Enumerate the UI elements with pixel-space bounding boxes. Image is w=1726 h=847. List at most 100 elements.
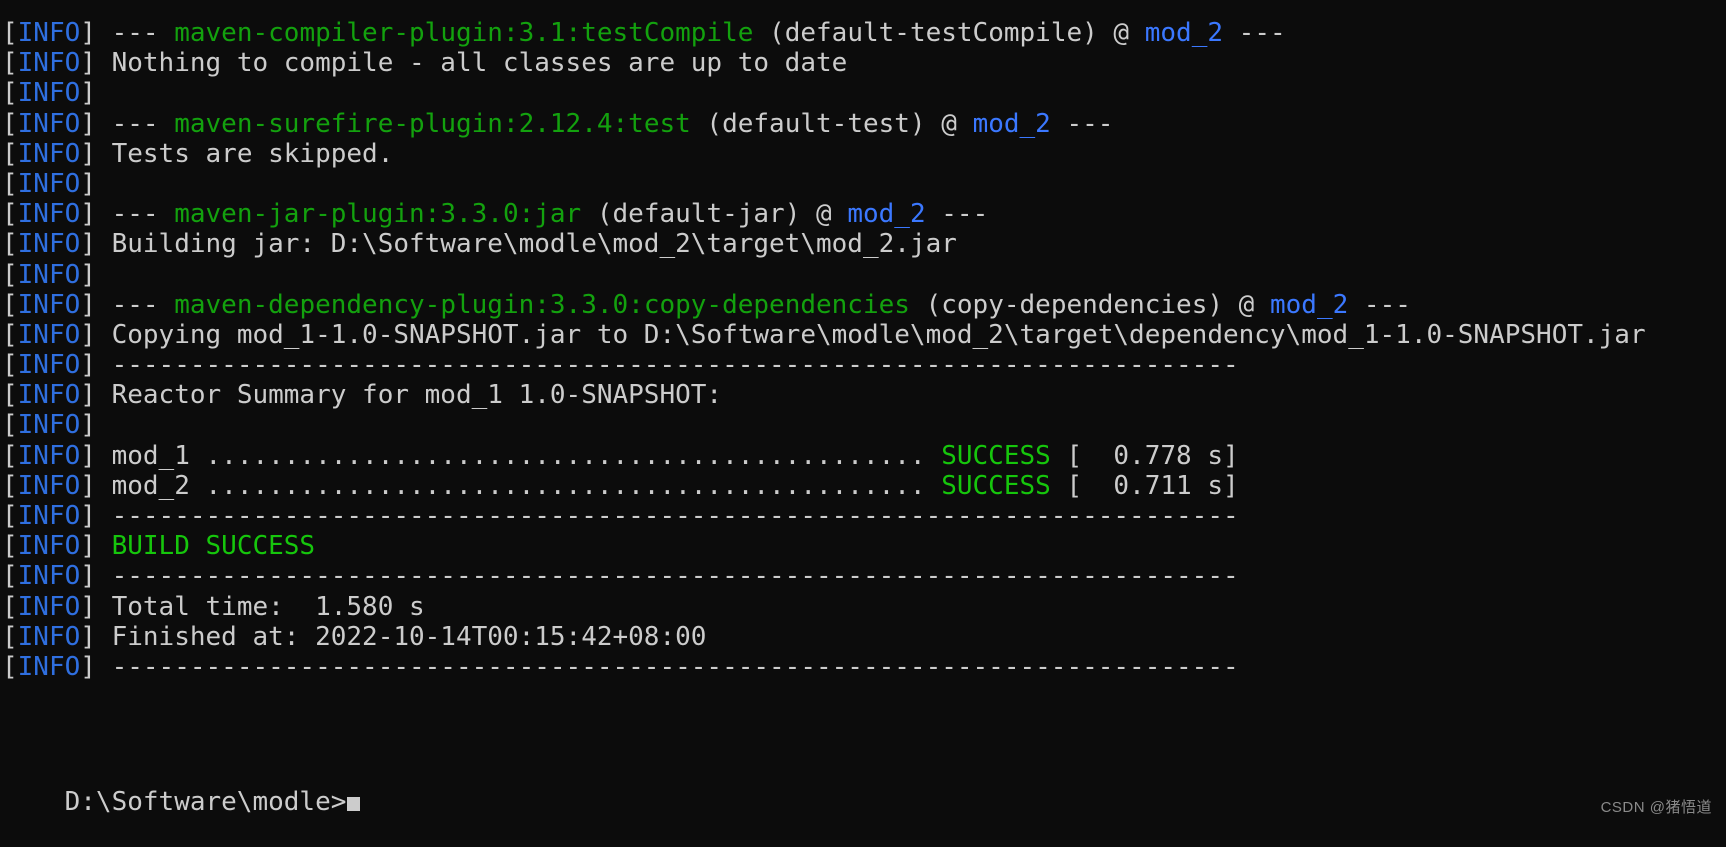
- log-segment: SUCCESS: [941, 470, 1051, 501]
- log-segment: @: [1223, 289, 1270, 320]
- log-bracket-close: ]: [80, 18, 96, 48]
- log-segment: Total time: 1.580 s: [95, 591, 425, 622]
- log-bracket-close: ]: [80, 78, 96, 109]
- log-segment: (default-jar): [581, 199, 801, 230]
- log-bracket-open: [: [2, 501, 18, 531]
- log-bracket-open: [: [2, 319, 18, 350]
- log-bracket-close: ]: [80, 561, 96, 592]
- log-bracket-open: [: [2, 531, 18, 562]
- log-bracket-open: [: [2, 78, 18, 109]
- log-level-info: INFO: [17, 350, 81, 381]
- terminal-line: [INFO] Tests are skipped.: [2, 139, 1726, 169]
- log-bracket-close: ]: [80, 229, 96, 260]
- log-segment: mod_2 ..................................…: [95, 470, 942, 501]
- log-level-info: INFO: [17, 259, 81, 290]
- log-level-info: INFO: [17, 229, 81, 260]
- terminal-line: [INFO] --- maven-compiler-plugin:3.1:tes…: [2, 18, 1726, 48]
- terminal-window[interactable]: [INFO][INFO] --- maven-compiler-plugin:3…: [0, 0, 1726, 823]
- log-bracket-close: ]: [80, 48, 96, 79]
- log-segment: ---: [1050, 108, 1114, 139]
- log-bracket-close: ]: [80, 138, 96, 169]
- log-bracket-open: [: [2, 350, 18, 381]
- terminal-line: [INFO] BUILD SUCCESS: [2, 531, 1726, 561]
- log-segment: Nothing to compile - all classes are up …: [95, 48, 848, 79]
- log-bracket-open: [: [2, 561, 18, 592]
- log-bracket-close: ]: [80, 108, 96, 139]
- log-segment: maven-surefire-plugin:2.12.4:test: [174, 108, 691, 139]
- terminal-line: [INFO]: [2, 260, 1726, 290]
- log-bracket-close: ]: [80, 440, 96, 471]
- text-cursor: [347, 797, 361, 811]
- log-segment: mod_2: [1144, 18, 1224, 48]
- log-level-info: INFO: [17, 78, 81, 109]
- log-segment: (default-test): [690, 108, 926, 139]
- log-bracket-close: ]: [80, 380, 96, 411]
- log-level-info: INFO: [17, 199, 81, 230]
- log-segment: ---: [95, 18, 175, 48]
- log-level-info: INFO: [17, 410, 81, 441]
- log-segment: @: [925, 108, 973, 139]
- log-bracket-open: [: [2, 108, 18, 139]
- terminal-line: [INFO] --- maven-dependency-plugin:3.3.0…: [2, 290, 1726, 320]
- log-segment: mod_2: [1269, 289, 1349, 320]
- log-segment: SUCCESS: [941, 440, 1051, 471]
- log-level-info: INFO: [17, 319, 81, 350]
- log-bracket-close: ]: [80, 168, 96, 199]
- log-segment: ---: [1348, 289, 1411, 320]
- log-bracket-open: [: [2, 410, 18, 441]
- terminal-line: [INFO] Nothing to compile - all classes …: [2, 48, 1726, 78]
- terminal-line: [INFO] Total time: 1.580 s: [2, 592, 1726, 622]
- log-bracket-close: ]: [80, 0, 96, 2]
- log-level-info: INFO: [17, 531, 81, 562]
- terminal-line: [INFO]: [2, 0, 1726, 18]
- log-level-info: INFO: [17, 48, 81, 79]
- log-bracket-close: ]: [80, 501, 96, 531]
- log-bracket-open: [: [2, 591, 18, 622]
- log-segment: ---: [95, 289, 175, 320]
- log-segment: mod_1 ..................................…: [95, 440, 942, 471]
- terminal-line: [INFO] Building jar: D:\Software\modle\m…: [2, 229, 1726, 259]
- command-prompt-line[interactable]: D:\Software\modle>: [2, 757, 361, 847]
- log-segment: mod_2: [847, 199, 926, 230]
- log-bracket-open: [: [2, 138, 18, 169]
- log-bracket-open: [: [2, 199, 18, 230]
- log-segment: Building jar: D:\Software\modle\mod_2\ta…: [95, 229, 957, 260]
- terminal-line: [INFO] mod_1 ...........................…: [2, 441, 1726, 471]
- terminal-line: [INFO] Copying mod_1-1.0-SNAPSHOT.jar to…: [2, 320, 1726, 350]
- log-level-info: INFO: [18, 0, 81, 2]
- log-bracket-close: ]: [80, 289, 96, 320]
- log-segment: Tests are skipped.: [95, 138, 394, 169]
- log-bracket-close: ]: [80, 621, 96, 652]
- log-level-info: INFO: [17, 18, 81, 48]
- terminal-line: [INFO] Finished at: 2022-10-14T00:15:42+…: [2, 622, 1726, 652]
- log-line-inner: [INFO]: [2, 0, 96, 13]
- log-bracket-open: [: [2, 440, 18, 471]
- log-level-info: INFO: [17, 440, 81, 471]
- log-level-info: INFO: [17, 561, 81, 592]
- log-level-info: INFO: [17, 501, 81, 531]
- log-segment: maven-compiler-plugin:3.1:testCompile: [174, 18, 754, 48]
- terminal-line: [INFO] ---------------------------------…: [2, 501, 1726, 531]
- log-segment: ---: [95, 108, 175, 139]
- log-bracket-open: [: [2, 470, 18, 501]
- log-segment: [ 0.778 s]: [1050, 440, 1239, 471]
- log-bracket-close: ]: [80, 531, 96, 562]
- log-bracket-close: ]: [80, 319, 96, 350]
- log-bracket-close: ]: [80, 259, 96, 290]
- log-segment: maven-jar-plugin:3.3.0:jar: [174, 199, 582, 230]
- log-segment: ---: [925, 199, 989, 230]
- log-segment: ----------------------------------------…: [95, 651, 1239, 682]
- log-segment: (default-testCompile): [753, 18, 1098, 48]
- terminal-line: [INFO] mod_2 ...........................…: [2, 471, 1726, 501]
- terminal-line: [INFO] ---------------------------------…: [2, 652, 1726, 682]
- log-bracket-open: [: [2, 48, 18, 79]
- log-segment: Finished at: 2022-10-14T00:15:42+08:00: [95, 621, 707, 652]
- log-bracket-close: ]: [80, 410, 96, 441]
- terminal-line: [INFO] Reactor Summary for mod_1 1.0-SNA…: [2, 380, 1726, 410]
- terminal-log-output: [INFO][INFO] --- maven-compiler-plugin:3…: [2, 0, 1726, 682]
- log-segment: Copying mod_1-1.0-SNAPSHOT.jar to D:\Sof…: [95, 319, 1646, 350]
- log-bracket-open: [: [2, 651, 18, 682]
- log-segment: @: [800, 199, 848, 230]
- prompt-path: D:\Software\modle: [64, 787, 331, 817]
- terminal-line: [INFO] --- maven-jar-plugin:3.3.0:jar (d…: [2, 199, 1726, 229]
